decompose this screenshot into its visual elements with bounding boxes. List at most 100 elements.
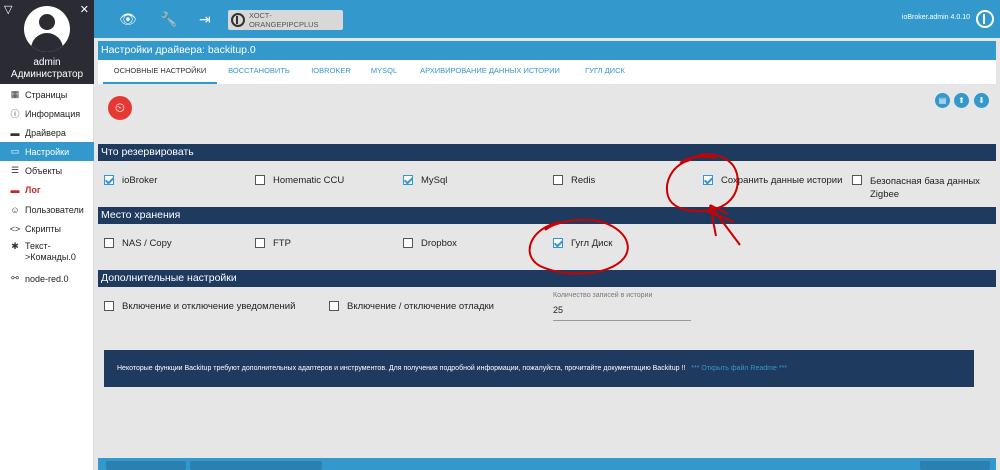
sidebar-item-log[interactable]: ▬ Лог bbox=[0, 180, 94, 199]
close-icon[interactable]: ✕ bbox=[80, 3, 89, 16]
checkbox-icon[interactable] bbox=[255, 175, 265, 185]
log-icon: ▬ bbox=[10, 184, 20, 195]
upload-button[interactable]: ⬆ bbox=[954, 93, 969, 108]
readme-link[interactable]: *** Открыть файл Readme *** bbox=[691, 365, 787, 372]
sidebar-item-label: Настройки bbox=[25, 146, 70, 157]
checkbox-notifications[interactable]: Включение и отключение уведомлений bbox=[104, 301, 295, 312]
iobroker-logo-icon bbox=[231, 13, 245, 27]
info-icon: ⓘ bbox=[10, 109, 20, 119]
collapse-icon[interactable]: ▽ bbox=[4, 3, 12, 16]
user-role: Администратор bbox=[10, 69, 84, 80]
sidebar-item-label: Текст->Команды.0 bbox=[25, 241, 76, 262]
history-entries-input[interactable]: 25 bbox=[553, 305, 691, 321]
top-bar: 👁 🔧 ⇥ ХОСТ- ORANGEPIPCPLUS ioBroker.admi… bbox=[94, 0, 1000, 38]
sidebar-header: ▽ ✕ admin Администратор bbox=[0, 0, 94, 84]
checkbox-checked-icon[interactable] bbox=[403, 175, 413, 185]
eye-icon[interactable]: 👁 bbox=[119, 11, 137, 28]
download-button[interactable]: ⬇ bbox=[974, 93, 989, 108]
checkbox-icon[interactable] bbox=[104, 301, 114, 311]
sidebar-item-objects[interactable]: ☰ Объекты bbox=[0, 161, 94, 180]
bottom-bar bbox=[98, 458, 996, 470]
user-name: admin bbox=[33, 57, 61, 68]
checkbox-label: Безопасная база данных Zigbee bbox=[870, 176, 980, 200]
sidebar-item-label: Пользователи bbox=[25, 204, 84, 215]
sidebar-item-label: Объекты bbox=[25, 165, 63, 176]
checkbox-mysql[interactable]: MySql bbox=[403, 175, 447, 186]
page-title: Настройки драйвера: backitup.0 bbox=[98, 41, 996, 60]
checkbox-dropbox[interactable]: Dropbox bbox=[403, 238, 457, 249]
grid-icon: ▦ bbox=[10, 89, 20, 99]
section-backup-title: Что резервировать bbox=[98, 144, 996, 161]
sidebar-item-text2command[interactable]: ✱ Текст->Команды.0 bbox=[0, 238, 94, 266]
close-button[interactable] bbox=[920, 461, 990, 470]
checkbox-icon[interactable] bbox=[104, 238, 114, 248]
tab-history[interactable]: АРХИВИРОВАНИЕ ДАННЫХ ИСТОРИИ bbox=[416, 60, 564, 84]
save-close-button[interactable] bbox=[190, 461, 322, 470]
info-text: Некоторые функции Backitup требуют допол… bbox=[117, 365, 686, 372]
sidebar-item-scripts[interactable]: <> Скрипты bbox=[0, 219, 94, 238]
checkbox-ftp[interactable]: FTP bbox=[255, 238, 291, 249]
avatar[interactable] bbox=[24, 6, 70, 52]
section-storage-title: Место хранения bbox=[98, 207, 996, 224]
tab-bar: ОСНОВНЫЕ НАСТРОЙКИ ВОССТАНОВИТЬ IOBROKER… bbox=[98, 60, 996, 84]
tab-iobroker[interactable]: IOBROKER bbox=[306, 60, 356, 84]
tab-google-drive[interactable]: ГУГЛ ДИСК bbox=[578, 60, 632, 84]
checkbox-label: Homematic CCU bbox=[273, 175, 345, 186]
tab-main-settings[interactable]: ОСНОВНЫЕ НАСТРОЙКИ bbox=[103, 60, 217, 84]
asterisk-icon: ✱ bbox=[11, 241, 19, 251]
checkbox-label: Сохранить данные истории bbox=[721, 175, 843, 186]
help-book-button[interactable]: ▤ bbox=[935, 93, 950, 108]
checkbox-label: Гугл Диск bbox=[571, 238, 613, 249]
store-icon: ▬ bbox=[10, 127, 20, 138]
info-panel: Некоторые функции Backitup требуют допол… bbox=[104, 350, 974, 387]
sidebar-item-label: Лог bbox=[25, 184, 41, 195]
checkbox-icon[interactable] bbox=[553, 175, 563, 185]
sidebar-item-users[interactable]: ☺ Пользователи bbox=[0, 200, 94, 219]
history-entries-field[interactable]: Количество записей в истории 25 bbox=[553, 292, 691, 321]
sidebar-item-label: node-red.0 bbox=[25, 273, 69, 284]
checkbox-google-drive[interactable]: Гугл Диск bbox=[553, 238, 612, 249]
objects-icon: ☰ bbox=[10, 165, 20, 175]
sidebar-item-adapters[interactable]: ▬ Драйвера bbox=[0, 123, 94, 142]
checkbox-icon[interactable] bbox=[852, 175, 862, 185]
checkbox-icon[interactable] bbox=[403, 238, 413, 248]
main-content: Настройки драйвера: backitup.0 ОСНОВНЫЕ … bbox=[94, 38, 1000, 470]
user-icon: ☺ bbox=[10, 204, 20, 215]
sidebar-item-label: Скрипты bbox=[25, 223, 61, 234]
sidebar-item-info[interactable]: ⓘ Информация bbox=[0, 104, 94, 123]
restore-history-button[interactable]: ⏲ bbox=[108, 96, 132, 120]
wrench-icon[interactable]: 🔧 bbox=[160, 11, 177, 28]
sidebar-item-pages[interactable]: ▦ Страницы bbox=[0, 85, 94, 104]
checkbox-icon[interactable] bbox=[255, 238, 265, 248]
code-icon: <> bbox=[9, 223, 21, 234]
sidebar-item-settings[interactable]: ▭ Настройки bbox=[0, 142, 94, 161]
version-label: ioBroker.admin 4.0.10 bbox=[901, 14, 970, 21]
checkbox-label: ioBroker bbox=[122, 175, 158, 186]
checkbox-label: Включение / отключение отладки bbox=[347, 301, 494, 312]
checkbox-iobroker[interactable]: ioBroker bbox=[104, 175, 157, 186]
sidebar-item-node-red[interactable]: ⚯ node-red.0 bbox=[0, 269, 94, 288]
checkbox-redis[interactable]: Redis bbox=[553, 175, 595, 186]
checkbox-history[interactable]: Сохранить данные истории bbox=[703, 175, 842, 186]
checkbox-checked-icon[interactable] bbox=[703, 175, 713, 185]
login-icon[interactable]: ⇥ bbox=[199, 11, 211, 28]
checkbox-checked-icon[interactable] bbox=[104, 175, 114, 185]
checkbox-icon[interactable] bbox=[329, 301, 339, 311]
save-button[interactable] bbox=[106, 461, 186, 470]
settings-icon: ▭ bbox=[10, 146, 20, 156]
checkbox-label: NAS / Copy bbox=[122, 238, 172, 249]
node-red-icon: ⚯ bbox=[11, 273, 19, 283]
checkbox-homematic[interactable]: Homematic CCU bbox=[255, 175, 344, 186]
section-advanced-title: Дополнительные настройки bbox=[98, 270, 996, 287]
checkbox-checked-icon[interactable] bbox=[553, 238, 563, 248]
checkbox-debug[interactable]: Включение / отключение отладки bbox=[329, 301, 494, 312]
checkbox-zigbee[interactable]: Безопасная база данных Zigbee bbox=[852, 175, 982, 201]
checkbox-nas[interactable]: NAS / Copy bbox=[104, 238, 172, 249]
sidebar-item-label: Страницы bbox=[25, 89, 68, 100]
host-selector[interactable]: ХОСТ- ORANGEPIPCPLUS bbox=[228, 10, 343, 30]
sidebar-item-label: Драйвера bbox=[25, 127, 66, 138]
tab-restore[interactable]: ВОССТАНОВИТЬ bbox=[221, 60, 297, 84]
checkbox-label: Включение и отключение уведомлений bbox=[122, 301, 296, 312]
checkbox-label: MySql bbox=[421, 175, 448, 186]
tab-mysql[interactable]: MYSQL bbox=[366, 60, 402, 84]
